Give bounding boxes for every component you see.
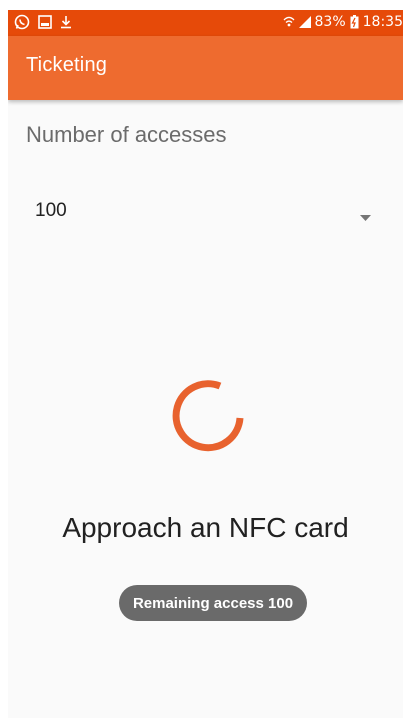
loading-spinner-icon <box>170 378 246 454</box>
app-screen: 83% 18:35 Ticketing Number of accesses 1… <box>8 10 403 718</box>
gallery-icon <box>38 15 52 29</box>
toast-message: Remaining access 100 <box>119 585 307 621</box>
download-icon <box>60 15 72 29</box>
accesses-label: Number of accesses <box>26 122 227 147</box>
accesses-selected-value: 100 <box>35 200 67 221</box>
app-title: Ticketing <box>26 54 108 76</box>
dropdown-arrow-icon <box>360 208 371 226</box>
signal-icon <box>298 16 311 28</box>
battery-percent: 83% <box>314 14 346 30</box>
accesses-dropdown[interactable]: 100 <box>8 188 403 236</box>
battery-icon <box>350 15 359 29</box>
nfc-prompt: Approach an NFC card <box>62 512 349 543</box>
app-bar: Ticketing <box>8 36 403 100</box>
status-bar: 83% 18:35 <box>8 10 403 36</box>
whatsapp-icon <box>14 14 30 30</box>
status-time: 18:35 <box>362 14 403 30</box>
wifi-icon <box>283 15 295 29</box>
